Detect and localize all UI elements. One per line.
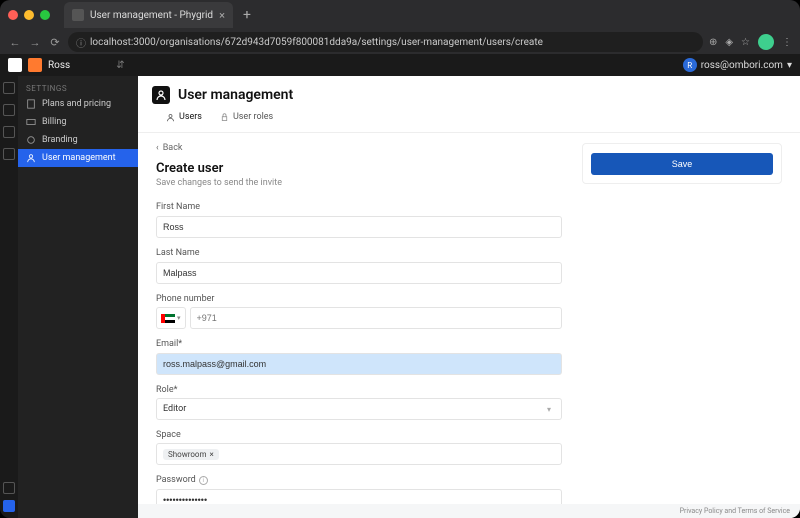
favicon-icon (72, 9, 84, 21)
user-email: ross@ombori.com (701, 60, 783, 71)
chevron-down-icon: ▾ (177, 314, 181, 322)
content-area: User management Users User roles (138, 76, 800, 518)
rail-icon-1[interactable] (3, 82, 15, 94)
user-avatar-icon: R (683, 58, 697, 72)
translate-icon[interactable]: ⊕ (709, 37, 717, 48)
lock-icon (220, 113, 229, 122)
tab-user-roles[interactable]: User roles (220, 112, 273, 126)
browser-menu-icon[interactable]: ⋮ (782, 37, 792, 48)
new-tab-button[interactable]: + (243, 7, 251, 23)
first-name-input[interactable] (156, 216, 562, 238)
url-text: localhost:3000/organisations/672d943d705… (90, 37, 543, 48)
password-label: Password i (156, 475, 562, 485)
sidebar-item-label: Branding (42, 135, 78, 145)
chevron-left-icon: ‹ (156, 143, 159, 153)
topbar-extra-icon[interactable]: ⇵ (116, 60, 124, 71)
user-menu[interactable]: R ross@ombori.com ▾ (683, 58, 792, 72)
paint-icon (26, 135, 36, 145)
nav-forward-icon[interactable]: → (28, 35, 42, 49)
browser-tab[interactable]: User management - Phygrid × (64, 2, 233, 28)
url-field[interactable]: ⓘ localhost:3000/organisations/672d943d7… (68, 32, 703, 52)
site-info-icon[interactable]: ⓘ (76, 35, 86, 50)
space-input[interactable]: Showroom × (156, 443, 562, 465)
role-label: Role* (156, 385, 562, 395)
privacy-link[interactable]: Privacy Policy (680, 507, 723, 515)
sidebar-item-label: Plans and pricing (42, 99, 111, 109)
tab-title: User management - Phygrid (90, 10, 213, 21)
rail-icon-2[interactable] (3, 104, 15, 116)
back-label: Back (163, 143, 183, 153)
settings-sidebar: SETTINGS Plans and pricing Billing Brand… (18, 76, 138, 518)
nav-back-icon[interactable]: ← (8, 35, 22, 49)
tab-label: User roles (233, 112, 273, 122)
address-bar: ← → ⟳ ⓘ localhost:3000/organisations/672… (0, 30, 800, 54)
app-window: Ross ⇵ R ross@ombori.com ▾ (0, 54, 800, 518)
sidebar-heading: SETTINGS (18, 82, 138, 95)
email-input[interactable] (156, 353, 562, 375)
last-name-label: Last Name (156, 248, 562, 258)
sidebar-item-label: User management (42, 153, 116, 163)
sidebar-item-plans[interactable]: Plans and pricing (18, 95, 138, 113)
sidebar-item-label: Billing (42, 117, 66, 127)
minimize-window-icon[interactable] (24, 10, 34, 20)
rail-help-icon[interactable] (3, 482, 15, 494)
footer: Privacy Policy and Terms of Service (138, 504, 800, 518)
page-header: User management (138, 76, 800, 108)
window-controls[interactable] (8, 10, 50, 20)
back-link[interactable]: ‹ Back (156, 143, 562, 153)
user-icon (166, 113, 175, 122)
role-value: Editor (163, 404, 186, 414)
extensions-icon[interactable]: ◈ (725, 37, 733, 48)
password-input[interactable] (156, 489, 562, 504)
bookmark-icon[interactable]: ☆ (741, 37, 750, 48)
sidebar-item-branding[interactable]: Branding (18, 131, 138, 149)
chevron-down-icon: ▾ (787, 60, 792, 71)
document-icon (26, 99, 36, 109)
tab-bar: User management - Phygrid × + (0, 0, 800, 30)
last-name-input[interactable] (156, 262, 562, 284)
uae-flag-icon (161, 314, 175, 323)
country-code-select[interactable]: ▾ (156, 307, 186, 329)
save-button[interactable]: Save (591, 153, 773, 175)
form-heading: Create user (156, 161, 562, 176)
nav-rail (0, 76, 18, 518)
email-label: Email* (156, 339, 562, 349)
user-management-icon (152, 86, 170, 104)
close-window-icon[interactable] (8, 10, 18, 20)
rail-icon-3[interactable] (3, 126, 15, 138)
terms-link[interactable]: Terms of Service (738, 507, 790, 515)
rail-settings-icon[interactable] (3, 500, 15, 512)
org-avatar-icon (28, 58, 42, 72)
sidebar-item-user-management[interactable]: User management (18, 149, 138, 167)
profile-avatar-icon[interactable] (758, 34, 774, 50)
user-icon (26, 153, 36, 163)
remove-tag-icon[interactable]: × (210, 450, 214, 459)
app-logo-icon[interactable] (8, 58, 22, 72)
form-subheading: Save changes to send the invite (156, 178, 562, 188)
phone-input[interactable] (190, 307, 562, 329)
maximize-window-icon[interactable] (40, 10, 50, 20)
nav-reload-icon[interactable]: ⟳ (48, 35, 62, 49)
card-icon (26, 117, 36, 127)
org-name[interactable]: Ross (48, 60, 70, 71)
space-label: Space (156, 430, 562, 440)
info-icon[interactable]: i (199, 476, 208, 485)
page-title: User management (178, 87, 293, 103)
browser-chrome: User management - Phygrid × + ← → ⟳ ⓘ lo… (0, 0, 800, 54)
app-topbar: Ross ⇵ R ross@ombori.com ▾ (0, 54, 800, 76)
phone-label: Phone number (156, 294, 562, 304)
chevron-down-icon: ▾ (547, 405, 555, 414)
tab-close-icon[interactable]: × (219, 9, 225, 22)
actions-panel: Save (582, 143, 782, 184)
role-select[interactable]: Editor ▾ (156, 398, 562, 420)
tab-users[interactable]: Users (166, 112, 202, 126)
space-tag[interactable]: Showroom × (163, 449, 219, 460)
tab-label: Users (179, 112, 202, 122)
rail-icon-4[interactable] (3, 148, 15, 160)
subtabs: Users User roles (138, 108, 800, 133)
first-name-label: First Name (156, 202, 562, 212)
sidebar-item-billing[interactable]: Billing (18, 113, 138, 131)
